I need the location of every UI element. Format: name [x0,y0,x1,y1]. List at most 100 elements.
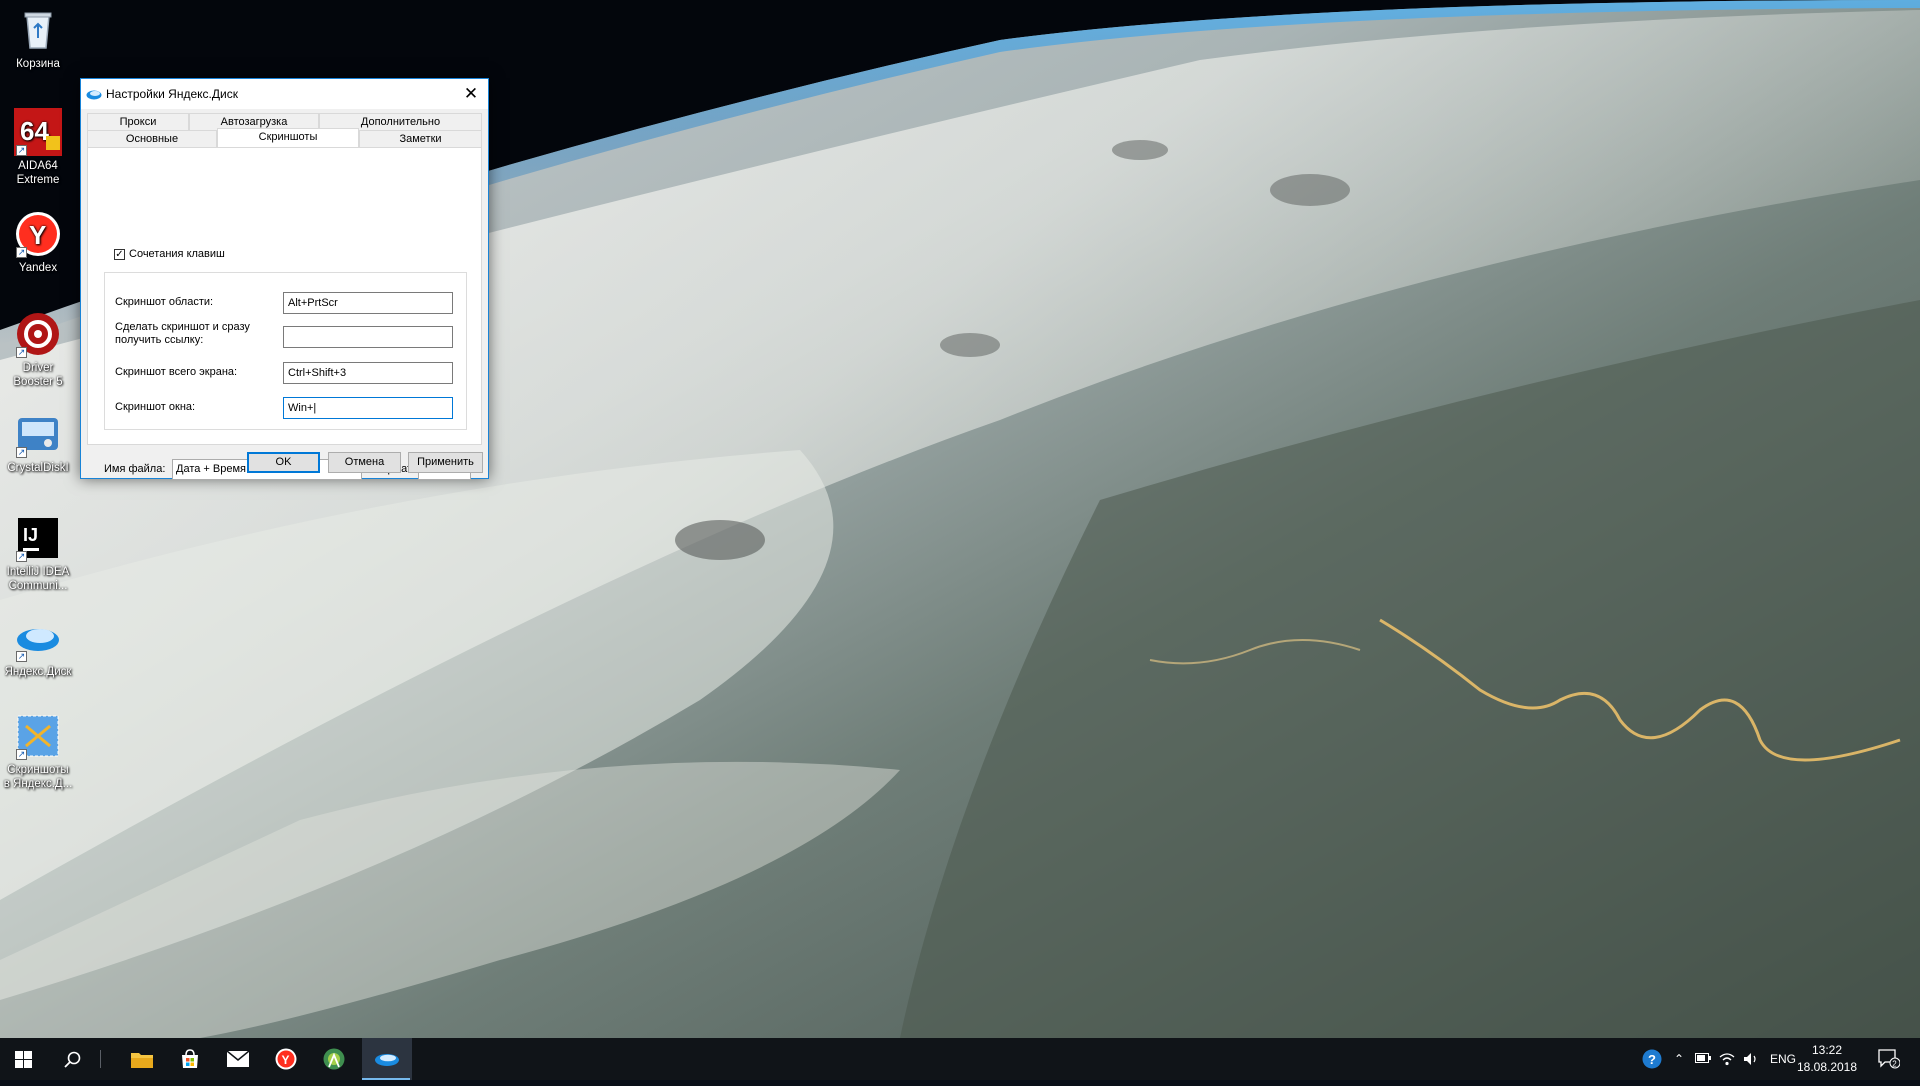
desktop-icon-label: CrystalDiskI [7,462,69,474]
clock-time: 13:22 [1811,1043,1843,1057]
tab-label: Основные [125,133,179,145]
close-button[interactable]: ✕ [454,79,488,109]
taskbar-divider [100,1050,101,1068]
desktop-icon-crystaldisk[interactable]: ↗ CrystalDiskI [2,410,74,475]
tab-label: Автозагрузка [220,116,288,128]
desktop-icon-label: IntelliJ IDEA Communi... [6,566,70,592]
svg-text:Y: Y [29,220,46,250]
shortcut-arrow-icon: ↗ [16,749,27,760]
desktop-icon-label: Скриншоты в Яндекс.Д... [3,764,73,790]
desktop-icon-aida64[interactable]: 64 ↗ AIDA64 Extreme [2,108,74,187]
store-icon [182,1049,198,1068]
desktop-icon-label: Яндекс.Диск [4,666,72,678]
taskbar-app-store[interactable] [166,1038,214,1080]
desktop-icon-yandex[interactable]: Y ↗ Yandex [2,210,74,275]
show-hidden-icons-button[interactable]: ⌃ [1668,1038,1690,1080]
yandex-disk-icon [86,87,102,104]
apply-button[interactable]: Применить [408,452,483,473]
dialog-titlebar[interactable]: Настройки Яндекс.Диск ✕ [81,79,488,109]
tray-volume[interactable] [1740,1038,1762,1080]
hotkeys-checkbox[interactable]: ✓ [114,249,125,260]
window-screenshot-hotkey-field[interactable]: Win+| [283,397,453,419]
intellij-icon: IJ ↗ [14,514,62,562]
tab-screenshots[interactable]: Скриншоты [217,128,359,147]
svg-text:IJ: IJ [23,525,38,545]
tab-label: Заметки [399,133,442,145]
help-icon: ? [1642,1049,1662,1069]
shortcut-arrow-icon: ↗ [16,247,27,258]
window-screenshot-label: Скриншот окна: [115,401,196,413]
yandex-browser-icon: Y [275,1048,297,1070]
tab-label: Прокси [119,116,157,128]
settings-dialog: Настройки Яндекс.Диск ✕ Прокси Автозагру… [80,78,489,480]
tab-label: Скриншоты [258,131,318,143]
area-screenshot-hotkey-field[interactable]: Alt+PrtScr [283,292,453,314]
taskbar-app-file-explorer[interactable] [118,1038,166,1080]
screenshot-link-label: Сделать скриншот и сразу получить ссылку… [115,321,250,346]
desktop-icon-label: Driver Booster 5 [13,362,63,388]
crystaldisk-icon: ↗ [14,410,62,458]
area-screenshot-label: Скриншот области: [115,296,214,308]
yandex-browser-icon: Y ↗ [14,210,62,258]
tray-network[interactable] [1716,1038,1738,1080]
tab-proxy[interactable]: Прокси [87,113,189,130]
tab-general[interactable]: Основные [87,130,217,147]
svg-text:64: 64 [20,116,49,146]
desktop-icon-label: AIDA64 Extreme [16,160,60,186]
desktop-icon-label: Yandex [18,262,58,274]
ok-button[interactable]: OK [247,452,320,473]
file-explorer-icon [131,1053,153,1068]
speaker-icon [1744,1053,1756,1065]
desktop-icon-label: Корзина [16,58,60,70]
hotkeys-checkbox-label: Сочетания клавиш [129,248,225,260]
taskbar-app-yandex-disk[interactable] [362,1038,412,1080]
clock[interactable]: 13:22 18.08.2018 [1792,1042,1862,1076]
svg-text:Y: Y [282,1053,290,1067]
shortcut-arrow-icon: ↗ [16,651,27,662]
action-center-button[interactable]: 2 [1872,1038,1906,1080]
desktop-icon-yandex-disk[interactable]: ↗ Яндекс.Диск [2,614,74,679]
search-button[interactable] [48,1038,96,1080]
windows-start-icon [15,1051,32,1068]
mail-icon [227,1051,249,1067]
notification-icon: 2 [1878,1049,1901,1069]
taskbar: Y ? ⌃ ENG 13:22 18.08.2018 2 [0,1038,1920,1080]
desktop-icon-intellij[interactable]: IJ ↗ IntelliJ IDEA Communi... [2,514,74,593]
tray-battery[interactable] [1692,1038,1714,1080]
taskbar-app-android-studio[interactable] [310,1038,358,1080]
desktop-icon-screenshots[interactable]: ↗ Скриншоты в Яндекс.Д... [2,712,74,791]
fullscreen-screenshot-label: Скриншот всего экрана: [115,366,238,378]
chevron-up-icon: ⌃ [1673,1052,1685,1066]
taskbar-app-yandex-browser[interactable]: Y [262,1038,310,1080]
recycle-bin-icon [14,6,62,54]
shortcut-arrow-icon: ↗ [16,347,27,358]
filename-selected-value: Дата + Время [176,463,246,475]
close-icon: ✕ [463,84,479,103]
aida64-icon: 64 ↗ [14,108,62,156]
taskbar-app-mail[interactable] [214,1038,262,1080]
tab-label: Дополнительно [360,116,441,128]
shortcut-arrow-icon: ↗ [16,447,27,458]
battery-icon [1695,1053,1711,1063]
notification-count: 2 [1892,1059,1897,1068]
checkmark-icon: ✓ [115,249,124,260]
driver-booster-icon: ↗ [14,310,62,358]
tray-help[interactable]: ? [1640,1038,1664,1080]
cancel-button[interactable]: Отмена [328,452,401,473]
fullscreen-screenshot-hotkey-field[interactable]: Ctrl+Shift+3 [283,362,453,384]
filename-label: Имя файла: [104,463,166,475]
screenshots-icon: ↗ [14,712,62,760]
wifi-icon [1719,1053,1735,1066]
screenshot-link-hotkey-field[interactable] [283,326,453,348]
svg-text:?: ? [1648,1052,1656,1067]
screenshots-tab-panel: ✓ Сочетания клавиш Скриншот области: Alt… [87,147,482,480]
tab-notes[interactable]: Заметки [359,130,482,147]
shortcut-arrow-icon: ↗ [16,145,27,156]
android-studio-icon [323,1048,345,1070]
start-button[interactable] [0,1038,48,1080]
desktop-icon-driver-booster[interactable]: ↗ Driver Booster 5 [2,310,74,389]
desktop-icon-recycle-bin[interactable]: Корзина [2,6,74,71]
yandex-disk-icon [375,1054,399,1066]
yandex-disk-icon: ↗ [14,614,62,662]
search-icon [64,1051,81,1068]
